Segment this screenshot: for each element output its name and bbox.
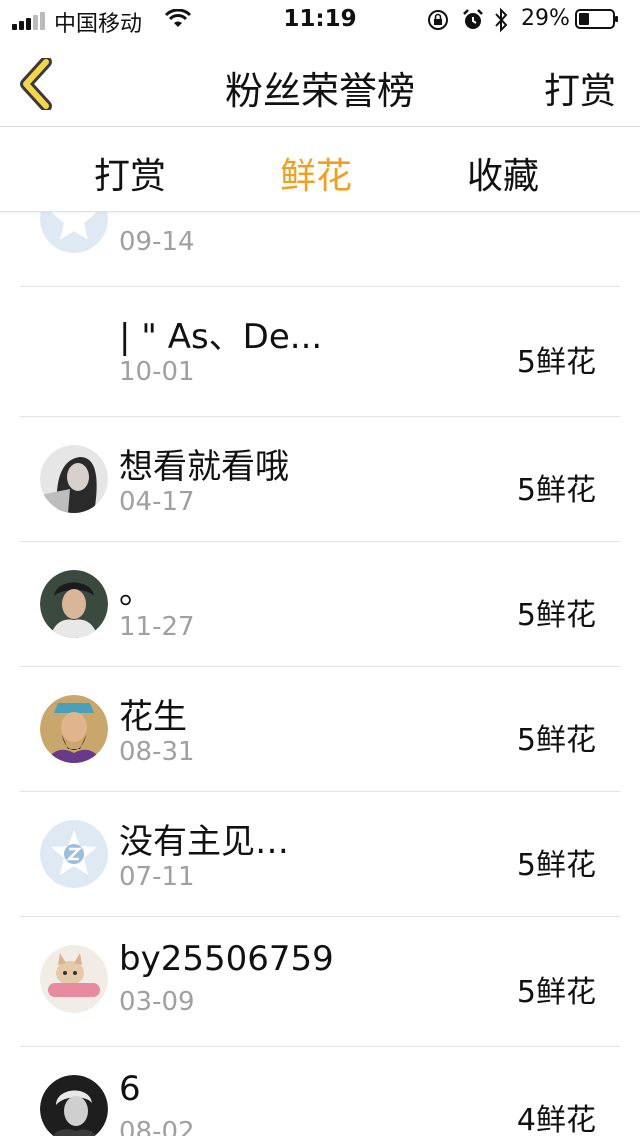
fan-name: 想看就看哦	[119, 447, 289, 487]
tab-flowers[interactable]: 鲜花	[280, 147, 352, 199]
fan-name: 花生	[119, 697, 187, 737]
flower-count: 4鲜花	[516, 1103, 596, 1136]
tab-reward[interactable]: 打赏	[94, 147, 166, 199]
tab-bar: 打赏 鲜花 收藏	[0, 127, 640, 212]
bluetooth-icon	[495, 7, 508, 33]
flower-count: 5鲜花	[516, 723, 596, 758]
flower-count: 5鲜花	[516, 975, 596, 1010]
list-item[interactable]: 想看就看哦 04-17 5鲜花	[20, 417, 620, 542]
fan-ranking-list: 09-14 | " As、De... 10-01 5鲜花 想看就看哦 04-17…	[0, 211, 640, 1136]
fan-date: 08-02	[119, 1117, 195, 1136]
flower-count: 5鲜花	[516, 598, 596, 633]
flower-count: 5鲜花	[516, 848, 596, 883]
battery-icon	[575, 9, 618, 29]
fan-date: 08-31	[119, 737, 195, 767]
alarm-icon	[463, 9, 483, 29]
list-item[interactable]: 09-14	[20, 211, 620, 287]
battery-percent: 29%	[521, 6, 570, 31]
qq-default-avatar-icon	[40, 820, 108, 888]
status-bar: 中国移动 11:19 29%	[0, 0, 640, 40]
user-avatar	[40, 945, 108, 1013]
list-item[interactable]: 花生 08-31 5鲜花	[20, 667, 620, 792]
fan-date: 04-17	[119, 487, 195, 517]
rotation-lock-icon	[428, 10, 448, 30]
user-avatar	[40, 445, 108, 513]
fan-name: | " As、De...	[119, 317, 323, 357]
fan-date: 03-09	[119, 987, 195, 1017]
flower-count: 5鲜花	[516, 473, 596, 508]
list-item[interactable]: | " As、De... 10-01 5鲜花	[20, 287, 620, 417]
fan-name: by25506759	[119, 939, 334, 979]
reward-button[interactable]: 打赏	[544, 62, 616, 114]
list-item[interactable]: 没有主见… 07-11 5鲜花	[20, 792, 620, 917]
fan-name: 。	[119, 572, 153, 612]
fan-name: 没有主见…	[119, 822, 289, 862]
list-item[interactable]: 6 08-02 4鲜花	[20, 1047, 620, 1136]
list-item[interactable]: by25506759 03-09 5鲜花	[20, 917, 620, 1047]
fan-date: 09-14	[119, 227, 195, 257]
user-avatar	[40, 1075, 108, 1136]
fan-name: 6	[119, 1069, 141, 1109]
nav-bar: 粉丝荣誉榜 打赏	[0, 40, 640, 127]
user-avatar	[40, 695, 108, 763]
fan-date: 07-11	[119, 862, 195, 892]
list-item[interactable]: 。 11-27 5鲜花	[20, 542, 620, 667]
flower-count: 5鲜花	[516, 345, 596, 380]
tab-favorites[interactable]: 收藏	[467, 147, 539, 199]
qq-default-avatar-icon	[40, 211, 108, 253]
fan-date: 10-01	[119, 357, 195, 387]
fan-date: 11-27	[119, 612, 195, 642]
user-avatar	[40, 570, 108, 638]
